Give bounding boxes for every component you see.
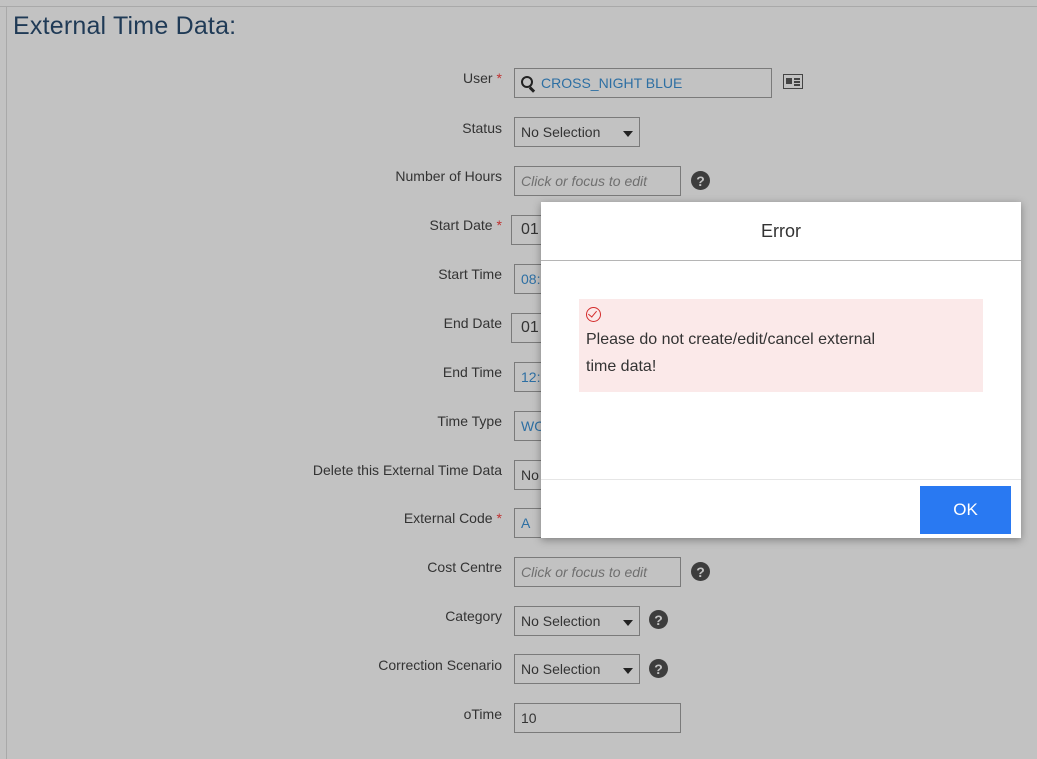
status-value: No Selection xyxy=(521,124,601,140)
help-icon[interactable]: ? xyxy=(691,562,710,581)
chevron-down-icon xyxy=(623,667,633,674)
required-marker: * xyxy=(496,217,502,233)
required-marker: * xyxy=(496,510,502,526)
hours-input[interactable]: Click or focus to edit xyxy=(514,166,681,196)
hours-label: Number of Hours xyxy=(395,168,502,184)
start-time-label: Start Time xyxy=(438,266,502,282)
end-date-label: End Date xyxy=(443,315,502,331)
end-time-label: End Time xyxy=(442,364,502,380)
page-title: External Time Data: xyxy=(13,12,237,40)
dialog-title: Error xyxy=(541,202,1021,261)
search-icon[interactable] xyxy=(521,76,536,93)
category-select[interactable]: No Selection xyxy=(514,606,640,636)
required-marker: * xyxy=(496,70,502,86)
time-type-label: Time Type xyxy=(437,413,502,429)
error-message-box: Please do not create/edit/cancel externa… xyxy=(579,299,983,392)
help-icon[interactable]: ? xyxy=(691,171,710,190)
help-icon[interactable]: ? xyxy=(649,659,668,678)
otime-label: oTime xyxy=(463,706,502,722)
error-message: Please do not create/edit/cancel externa… xyxy=(586,331,876,375)
error-dialog: Error Please do not create/edit/cancel e… xyxy=(541,202,1021,538)
status-label: Status xyxy=(462,120,502,136)
correction-select[interactable]: No Selection xyxy=(514,654,640,684)
error-icon xyxy=(586,307,601,322)
user-field[interactable]: CROSS_NIGHT BLUE xyxy=(514,68,772,98)
dialog-footer: OK xyxy=(541,479,1021,538)
start-date-label: Start Date * xyxy=(429,217,502,233)
top-border xyxy=(0,6,1037,7)
status-select[interactable]: No Selection xyxy=(514,117,640,147)
left-border xyxy=(6,6,7,759)
correction-label: Correction Scenario xyxy=(378,657,502,673)
user-label: User * xyxy=(462,70,502,86)
chevron-down-icon xyxy=(623,619,633,626)
ok-button[interactable]: OK xyxy=(920,486,1011,534)
otime-input[interactable]: 10 xyxy=(514,703,681,733)
help-icon[interactable]: ? xyxy=(649,610,668,629)
cost-centre-label: Cost Centre xyxy=(427,559,502,575)
category-label: Category xyxy=(445,608,502,624)
delete-label: Delete this External Time Data xyxy=(312,462,502,478)
correction-value: No Selection xyxy=(521,661,601,677)
user-card-icon[interactable] xyxy=(783,74,803,89)
external-code-label: External Code * xyxy=(403,510,502,526)
category-value: No Selection xyxy=(521,613,601,629)
chevron-down-icon xyxy=(623,130,633,137)
user-value: CROSS_NIGHT BLUE xyxy=(541,75,683,91)
cost-centre-input[interactable]: Click or focus to edit xyxy=(514,557,681,587)
